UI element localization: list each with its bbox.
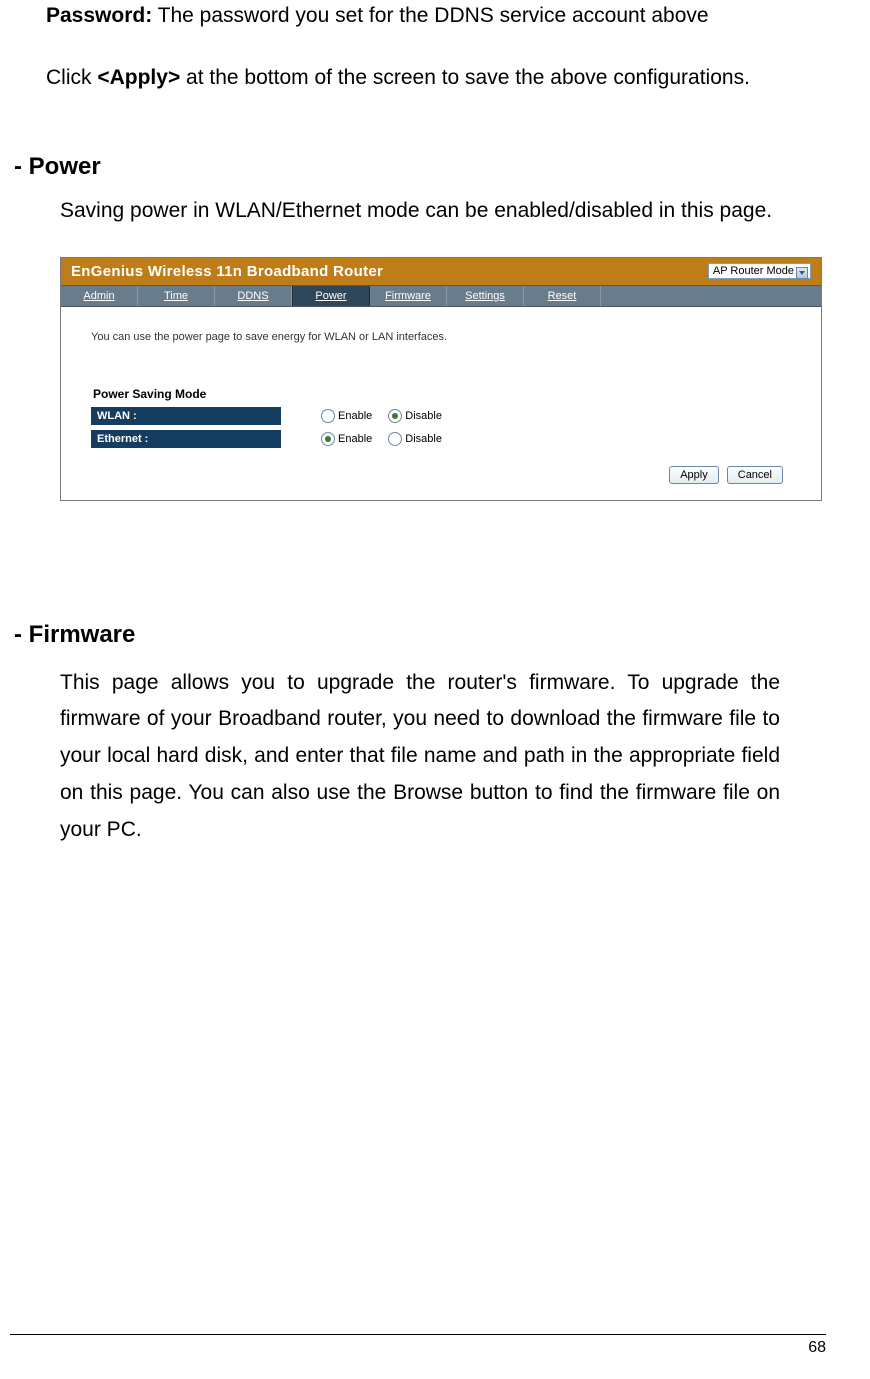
section-title: Power Saving Mode (91, 385, 791, 405)
radio-dot-icon (321, 432, 335, 446)
radio-dot-icon (388, 432, 402, 446)
tab-firmware[interactable]: Firmware (370, 286, 447, 306)
power-row: WLAN : Enable Disable (91, 405, 791, 428)
ss-title: EnGenius Wireless 11n Broadband Router (71, 263, 383, 280)
power-desc: Saving power in WLAN/Ethernet mode can b… (60, 195, 830, 227)
password-label: Password: (46, 4, 152, 27)
power-heading: - Power (14, 153, 830, 181)
tab-time[interactable]: Time (138, 286, 215, 306)
firmware-desc: This page allows you to upgrade the rout… (60, 665, 780, 849)
ss-tabs: AdminTimeDDNSPowerFirmwareSettingsReset (61, 286, 821, 307)
ss-body: You can use the power page to save energ… (61, 307, 821, 500)
radio-label: Enable (338, 410, 372, 422)
radio-enable[interactable]: Enable (321, 432, 372, 446)
radio-label: Disable (405, 433, 442, 445)
firmware-heading: - Firmware (14, 621, 830, 649)
radio-group: Enable Disable (321, 432, 442, 446)
router-screenshot: EnGenius Wireless 11n Broadband Router A… (60, 257, 822, 501)
tab-reset[interactable]: Reset (524, 286, 601, 306)
row-label: Ethernet : (91, 430, 281, 448)
tab-admin[interactable]: Admin (61, 286, 138, 306)
tab-ddns[interactable]: DDNS (215, 286, 292, 306)
password-line: Password: The password you set for the D… (46, 0, 830, 32)
radio-dot-icon (388, 409, 402, 423)
radio-dot-icon (321, 409, 335, 423)
ss-body-desc: You can use the power page to save energ… (91, 331, 791, 343)
tab-settings[interactable]: Settings (447, 286, 524, 306)
cancel-button[interactable]: Cancel (727, 466, 783, 484)
ss-titlebar: EnGenius Wireless 11n Broadband Router A… (61, 258, 821, 286)
apply-button[interactable]: Apply (669, 466, 719, 484)
radio-group: Enable Disable (321, 409, 442, 423)
mode-select[interactable]: AP Router Mode (708, 263, 811, 279)
apply-line: Click <Apply> at the bottom of the scree… (46, 62, 830, 94)
radio-label: Disable (405, 410, 442, 422)
ss-buttons: Apply Cancel (91, 450, 791, 492)
power-saving-section: Power Saving Mode WLAN :EnableDisableEth… (91, 385, 791, 450)
row-label: WLAN : (91, 407, 281, 425)
radio-enable[interactable]: Enable (321, 409, 372, 423)
radio-label: Enable (338, 433, 372, 445)
page-footer: 68 (10, 1334, 826, 1357)
radio-disable[interactable]: Disable (388, 409, 442, 423)
page-number: 68 (808, 1339, 826, 1356)
power-row: Ethernet : Enable Disable (91, 428, 791, 450)
tab-power[interactable]: Power (292, 286, 370, 306)
password-text: The password you set for the DDNS servic… (152, 4, 708, 27)
radio-disable[interactable]: Disable (388, 432, 442, 446)
